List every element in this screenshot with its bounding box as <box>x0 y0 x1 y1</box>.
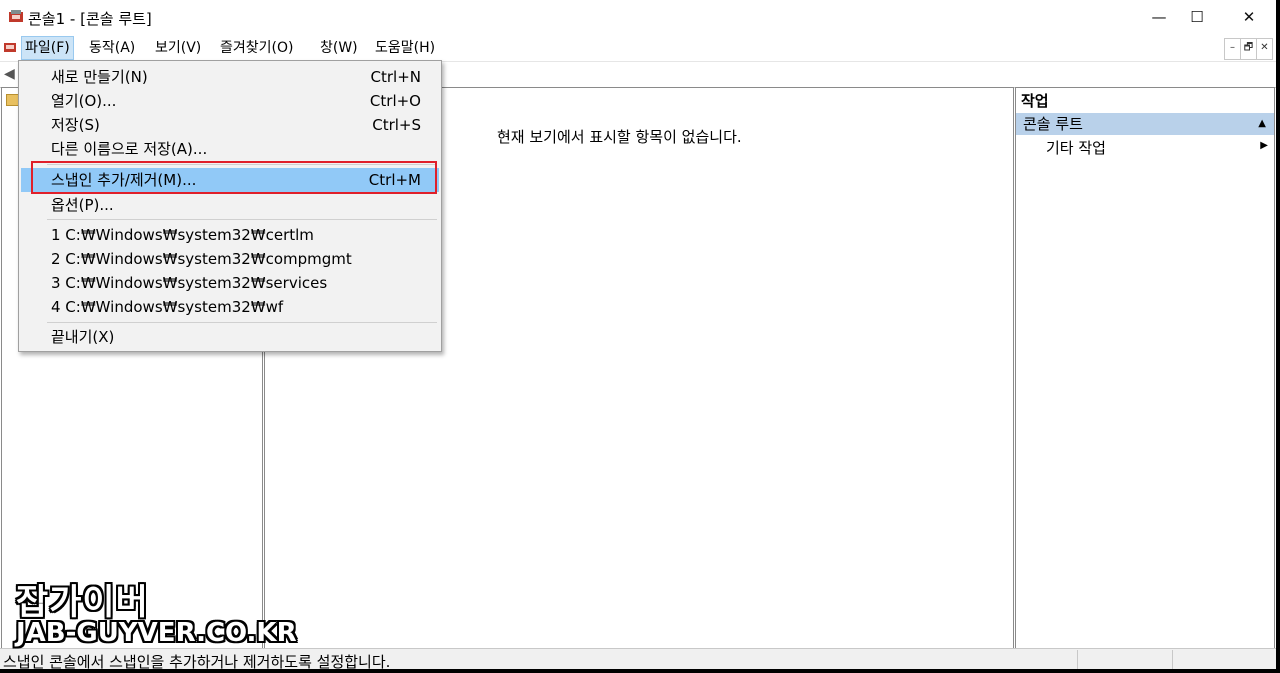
file-menu-dropdown: 새로 만들기(N) Ctrl+N 열기(O)... Ctrl+O 저장(S) C… <box>18 60 442 352</box>
menu-recent-3[interactable]: 3 C:₩Windows₩system32₩services <box>21 271 439 295</box>
console-icon[interactable] <box>4 42 16 52</box>
collapse-up-icon[interactable]: ▲ <box>1258 113 1266 135</box>
maximize-button[interactable]: ☐ <box>1174 4 1220 30</box>
menu-item-label: 끝내기(X) <box>51 328 115 346</box>
menu-new[interactable]: 새로 만들기(N) Ctrl+N <box>21 65 439 89</box>
status-bar: 스냅인 콘솔에서 스냅인을 추가하거나 제거하도록 설정합니다. <box>0 648 1276 669</box>
close-button[interactable]: ✕ <box>1226 4 1272 30</box>
action-more-actions[interactable]: 기타 작업 <box>1046 137 1106 158</box>
menu-item-label: 옵션(P)... <box>51 196 114 214</box>
watermark-site: JAB-GUYVER.CO.KR <box>16 618 297 648</box>
mdi-restore-button[interactable]: 🗗 <box>1240 38 1257 60</box>
menu-options[interactable]: 옵션(P)... <box>21 193 439 217</box>
menu-item-label: 1 C:₩Windows₩system32₩certlm <box>51 226 314 244</box>
status-text: 스냅인 콘솔에서 스냅인을 추가하거나 제거하도록 설정합니다. <box>3 653 391 669</box>
highlight-callout-box <box>31 161 437 194</box>
actions-group-console-root[interactable]: 콘솔 루트 ▲ <box>1016 113 1274 135</box>
mdi-close-button[interactable]: ✕ <box>1256 38 1273 60</box>
actions-pane: 작업 콘솔 루트 ▲ 기타 작업 ▶ <box>1015 87 1275 649</box>
mdi-minimize-button[interactable]: – <box>1224 38 1241 60</box>
menu-item-label: 다른 이름으로 저장(A)... <box>51 140 208 158</box>
menu-separator <box>47 322 437 323</box>
menu-window[interactable]: 창(W) <box>317 37 361 59</box>
menu-action[interactable]: 동작(A) <box>86 37 138 59</box>
window-title: 콘솔1 - [콘솔 루트] <box>28 10 152 28</box>
menu-item-label: 4 C:₩Windows₩system32₩wf <box>51 298 284 316</box>
menu-item-shortcut: Ctrl+O <box>369 92 421 110</box>
menu-item-label: 2 C:₩Windows₩system32₩compmgmt <box>51 250 352 268</box>
menu-save-as[interactable]: 다른 이름으로 저장(A)... <box>21 137 439 161</box>
menu-bar: 파일(F) 동작(A) 보기(V) 즐겨찾기(O) 창(W) 도움말(H) – … <box>0 36 1276 60</box>
actions-group-label: 콘솔 루트 <box>1023 115 1083 133</box>
menu-open[interactable]: 열기(O)... Ctrl+O <box>21 89 439 113</box>
menu-help[interactable]: 도움말(H) <box>372 37 438 59</box>
status-divider <box>1172 650 1173 669</box>
menu-file[interactable]: 파일(F) <box>21 36 74 60</box>
menu-favorites[interactable]: 즐겨찾기(O) <box>217 37 296 59</box>
menu-separator <box>47 219 437 220</box>
menu-exit[interactable]: 끝내기(X) <box>21 325 439 349</box>
status-divider <box>1077 650 1078 669</box>
menu-item-label: 열기(O)... <box>51 92 117 110</box>
menu-item-shortcut: Ctrl+S <box>372 116 421 134</box>
title-bar: 콘솔1 - [콘솔 루트] — ☐ ✕ <box>0 0 1276 34</box>
menu-recent-2[interactable]: 2 C:₩Windows₩system32₩compmgmt <box>21 247 439 271</box>
menu-recent-4[interactable]: 4 C:₩Windows₩system32₩wf <box>21 295 439 319</box>
menu-recent-1[interactable]: 1 C:₩Windows₩system32₩certlm <box>21 223 439 247</box>
mmc-window: 콘솔1 - [콘솔 루트] — ☐ ✕ 파일(F) 동작(A) 보기(V) 즐겨… <box>0 0 1276 669</box>
menu-item-label: 3 C:₩Windows₩system32₩services <box>51 274 328 292</box>
submenu-arrow-icon: ▶ <box>1260 140 1268 151</box>
back-arrow-icon[interactable]: ◀ <box>4 66 15 82</box>
menu-view[interactable]: 보기(V) <box>152 37 204 59</box>
menu-item-shortcut: Ctrl+N <box>370 68 421 86</box>
mmc-app-icon <box>9 10 23 22</box>
menu-item-label: 새로 만들기(N) <box>51 68 148 86</box>
actions-header: 작업 <box>1021 92 1049 110</box>
menu-item-label: 저장(S) <box>51 116 100 134</box>
menu-save[interactable]: 저장(S) Ctrl+S <box>21 113 439 137</box>
empty-view-message: 현재 보기에서 표시할 항목이 없습니다. <box>497 128 742 146</box>
